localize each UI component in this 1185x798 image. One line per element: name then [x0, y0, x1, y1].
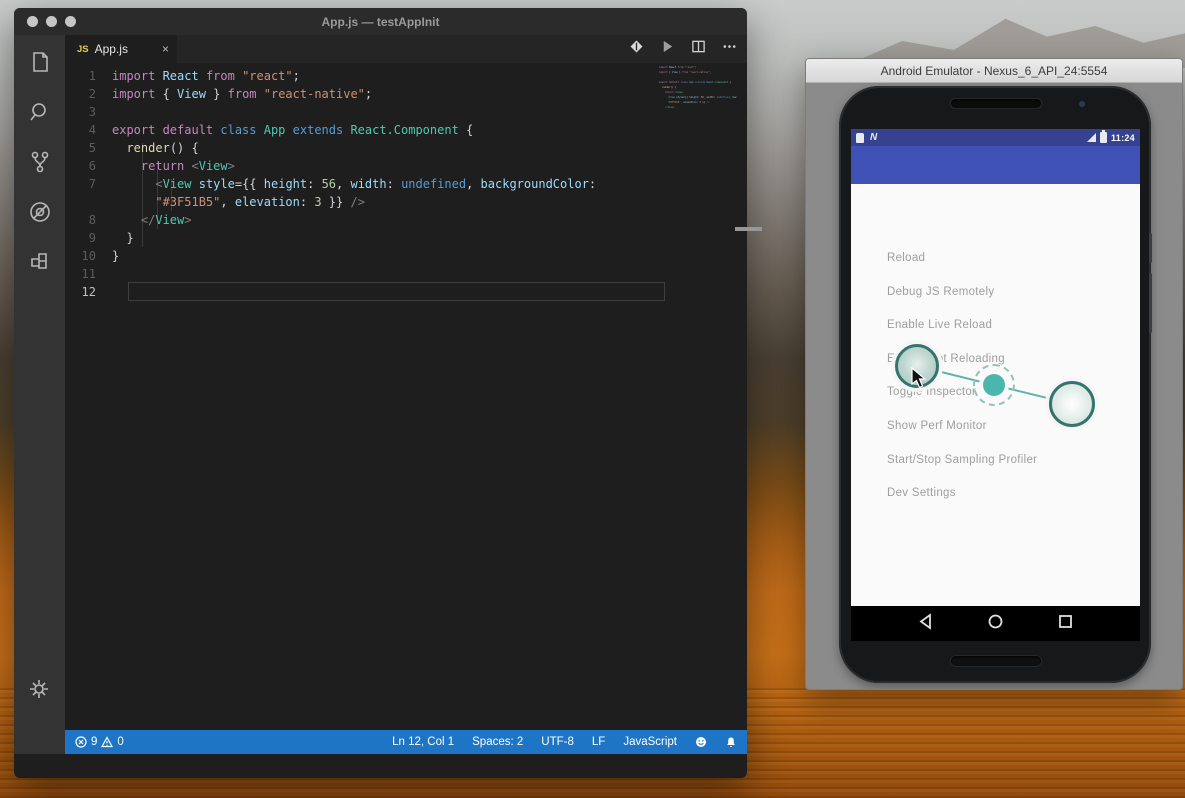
code-row: "#3F51B5", elevation: 3 }} /> [155, 195, 365, 209]
error-icon [75, 736, 87, 748]
app-bar [851, 146, 1140, 184]
dev-menu: Dev Settings Start/Stop Sampling Profiler… [851, 184, 1140, 606]
more-actions-icon[interactable] [722, 39, 737, 59]
phone-screen[interactable]: N 11:24 Dev Settings Start/Stop Sampling … [851, 129, 1140, 641]
minimize-window-button[interactable] [46, 16, 57, 27]
android-nav-bar [851, 606, 1140, 641]
battery-charging-icon [1099, 130, 1107, 143]
bottom-speaker [951, 656, 1041, 666]
minimap[interactable]: import React from "react"; import { View … [659, 65, 737, 111]
code-row: 1 import React from "react"; [88, 69, 300, 83]
debug-icon[interactable] [27, 199, 53, 225]
extensions-icon[interactable] [27, 249, 53, 275]
phone-device: N 11:24 Dev Settings Start/Stop Sampling … [839, 86, 1152, 683]
code-row: 2 import { View } from "react-native"; [88, 87, 373, 101]
code-row: } [659, 110, 737, 111]
scrollbar-artifact [735, 227, 762, 231]
volume-button [1149, 273, 1152, 333]
tab-bar: JS App.js × [65, 35, 747, 63]
dev-menu-item[interactable]: Enable Live Reload [887, 319, 992, 335]
dev-menu-item[interactable]: Reload [887, 252, 925, 268]
code-row: 6 return <View> [88, 159, 235, 173]
dev-menu-item[interactable]: Toggle Inspector [887, 386, 976, 402]
code-row: 8 </View> [88, 213, 192, 227]
run-icon[interactable] [660, 39, 675, 59]
notifications-bell-icon[interactable] [725, 736, 737, 748]
vscode-titlebar[interactable]: App.js — testAppInit [14, 8, 747, 35]
vscode-window: App.js — testAppInit JS App.js × 1 impor… [14, 8, 747, 778]
close-tab-icon[interactable]: × [162, 42, 169, 56]
traffic-lights [27, 16, 76, 27]
eol-sequence[interactable]: LF [592, 736, 605, 748]
back-icon[interactable] [917, 612, 934, 635]
emulator-title: Android Emulator - Nexus_6_API_24:5554 [880, 63, 1108, 78]
code-row: 4 export default class App extends React.… [88, 123, 474, 137]
front-camera [1079, 101, 1085, 107]
problems-warnings[interactable]: 0 [101, 736, 124, 748]
language-mode[interactable]: JavaScript [623, 736, 677, 748]
problems-errors[interactable]: 9 [75, 736, 97, 748]
earpiece-speaker [951, 99, 1041, 108]
home-icon[interactable] [987, 613, 1004, 635]
recents-icon[interactable] [1057, 613, 1074, 635]
code-row: 5 render() { [88, 141, 199, 155]
indentation[interactable]: Spaces: 2 [472, 736, 523, 748]
activity-bar [14, 35, 65, 754]
status-time: 11:24 [1110, 132, 1135, 143]
dev-menu-item[interactable]: Dev Settings [887, 487, 956, 503]
current-line-highlight [128, 282, 665, 301]
javascript-file-icon: JS [77, 43, 89, 55]
dev-menu-item[interactable]: Start/Stop Sampling Profiler [887, 454, 1037, 470]
code-row: 7 <View style={{ height: 56, width: unde… [88, 177, 597, 191]
emulator-body: N 11:24 Dev Settings Start/Stop Sampling … [806, 83, 1182, 689]
dev-menu-item[interactable]: Show Perf Monitor [887, 420, 987, 436]
emulator-window: Android Emulator - Nexus_6_API_24:5554 N… [805, 58, 1183, 690]
tab-label: App.js [94, 42, 128, 56]
explorer-icon[interactable] [27, 49, 53, 75]
settings-gear-icon[interactable] [26, 676, 52, 702]
android-status-bar: N 11:24 [851, 129, 1140, 146]
code-row: 10} [81, 249, 120, 263]
window-title: App.js — testAppInit [321, 14, 440, 29]
warning-icon [101, 736, 114, 748]
split-editor-icon[interactable] [691, 39, 706, 59]
code-row: 11 [81, 267, 96, 281]
emulator-titlebar[interactable]: Android Emulator - Nexus_6_API_24:5554 [806, 59, 1182, 83]
code-row: 9 } [88, 231, 134, 245]
encoding[interactable]: UTF-8 [541, 736, 574, 748]
android-n-icon: N [870, 132, 878, 143]
zoom-window-button[interactable] [65, 16, 76, 27]
dev-menu-item[interactable]: Debug JS Remotely [887, 286, 994, 302]
status-bar: 9 0 Ln 12, Col 1 Spaces: 2 UTF-8 LF Java… [65, 730, 747, 754]
cursor-position[interactable]: Ln 12, Col 1 [392, 736, 454, 748]
format-diamond-icon[interactable] [629, 39, 644, 59]
source-control-icon[interactable] [27, 149, 53, 175]
code-editor[interactable]: 1 import React from "react"; 2 import { Vie… [65, 63, 747, 730]
touch-dot [983, 374, 1005, 396]
touch-ripple-circle [1049, 381, 1095, 427]
feedback-smiley-icon[interactable] [695, 736, 707, 748]
code-row: 3 [88, 105, 96, 119]
signal-icon [1086, 133, 1096, 142]
tab-appjs[interactable]: JS App.js × [65, 35, 177, 63]
power-button [1149, 233, 1152, 263]
close-window-button[interactable] [27, 16, 38, 27]
search-icon[interactable] [27, 99, 53, 125]
mouse-cursor [911, 367, 927, 389]
usb-icon [856, 132, 864, 143]
code-lines: 1 import React from "react"; 2 import { Vie… [65, 67, 747, 301]
